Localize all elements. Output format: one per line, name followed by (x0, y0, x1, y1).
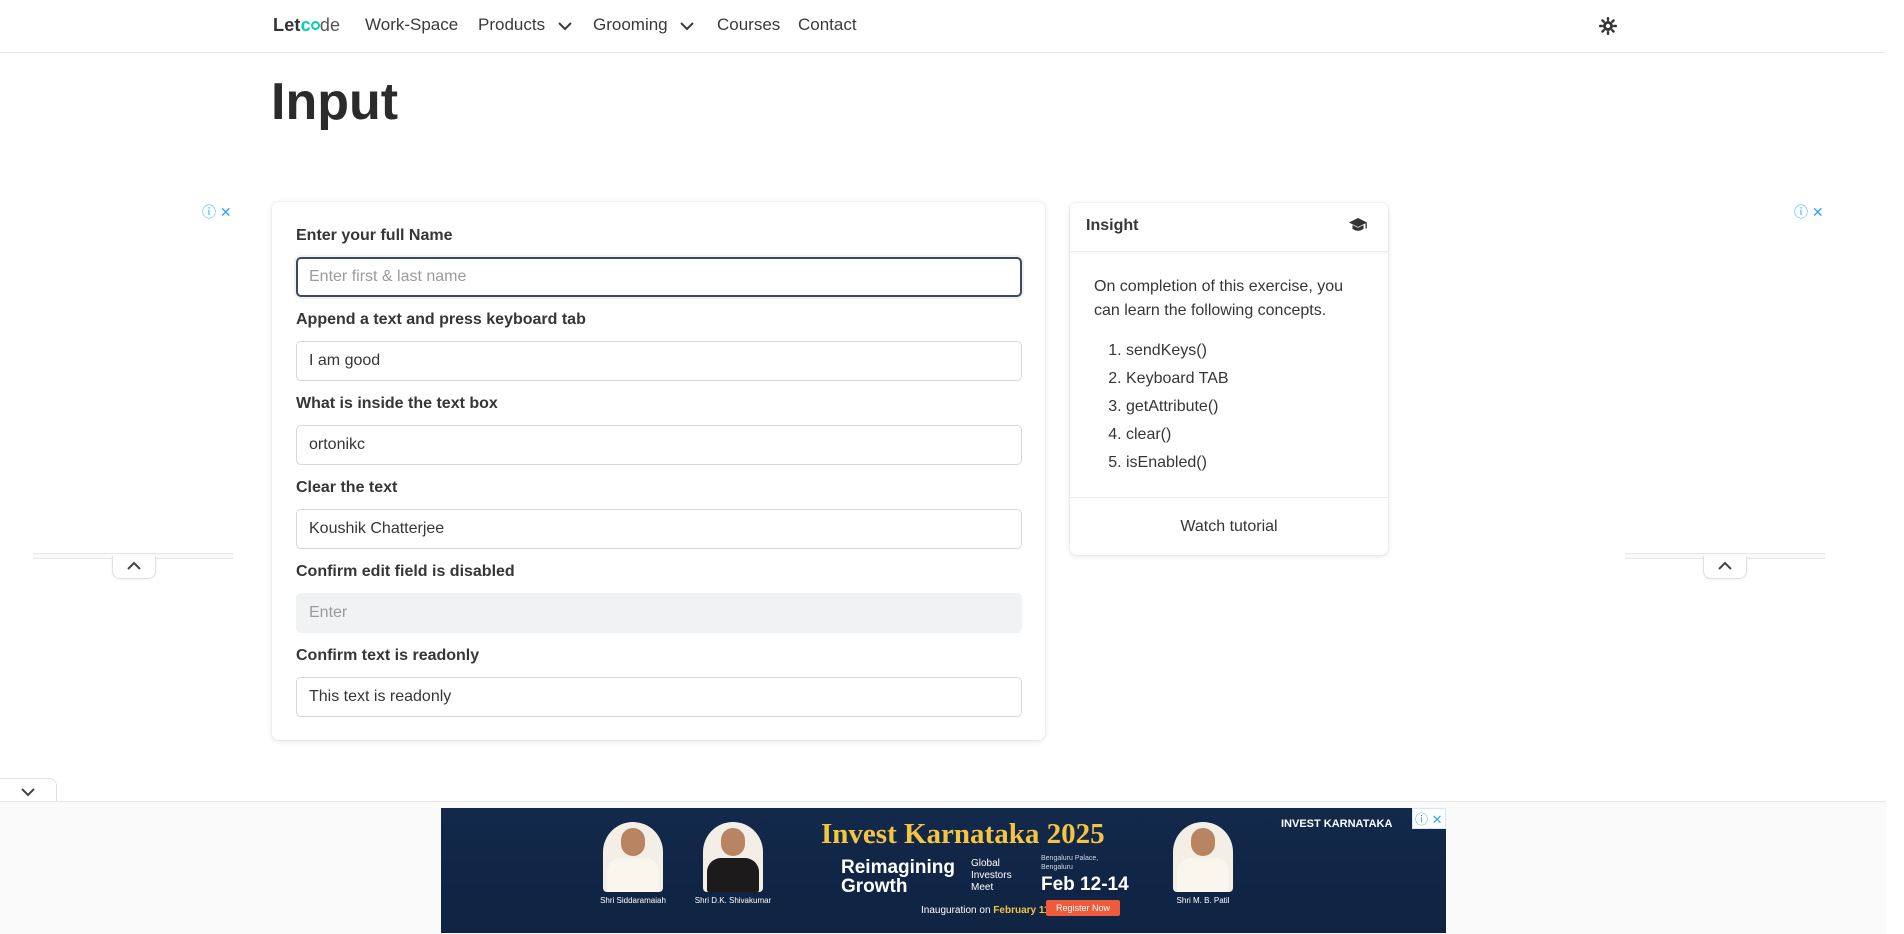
clear-text-input[interactable] (296, 509, 1022, 549)
watch-tutorial-link[interactable]: Watch tutorial (1070, 518, 1388, 536)
append-text-label: Append a text and press keyboard tab (296, 311, 586, 328)
person-caption: Shri D.K. Shivakumar (694, 896, 772, 905)
inauguration-date: February 11 (993, 905, 1050, 916)
brand-suffix: c (301, 15, 320, 35)
person-caption: Shri Siddaramaiah (600, 896, 666, 905)
chevron-down-icon (558, 16, 572, 36)
brand-de: de (319, 15, 341, 35)
nav-item-products[interactable]: Products (478, 15, 572, 36)
page-title: Input (271, 73, 399, 131)
list-item: getAttribute() (1126, 393, 1229, 421)
insight-intro: On completion of this exercise, you can … (1094, 278, 1344, 319)
clear-text-label: Clear the text (296, 479, 398, 496)
list-item: isEnabled() (1126, 449, 1229, 477)
theme-toggle-button[interactable] (1598, 16, 1618, 36)
ad-close-icon[interactable]: ✕ (1432, 812, 1443, 827)
inside-textbox-label: What is inside the text box (296, 395, 498, 412)
ad-info-icon[interactable]: ⓘ (202, 204, 216, 220)
list-item: Keyboard TAB (1126, 365, 1229, 393)
gear-icon (1599, 17, 1617, 35)
left-ad-controls: ⓘ ✕ (202, 202, 232, 222)
banner-title: Invest Karnataka 2025 (821, 818, 1105, 850)
ad-info-icon[interactable]: ⓘ (1415, 812, 1428, 827)
chevron-up-icon (1718, 561, 1732, 570)
graduation-cap-icon[interactable] (1348, 217, 1368, 238)
list-item: clear() (1126, 421, 1229, 449)
right-ad-controls: ⓘ ✕ (1794, 202, 1824, 222)
full-name-label: Enter your full Name (296, 227, 453, 244)
ad-close-icon[interactable]: ✕ (220, 204, 232, 220)
nav-item-contact[interactable]: Contact (798, 15, 857, 35)
nav-item-courses[interactable]: Courses (717, 15, 780, 35)
right-ad-collapse-button[interactable] (1703, 556, 1747, 579)
left-ad-collapse-button[interactable] (112, 556, 156, 579)
banner-event: Global Investors Meet (971, 858, 1012, 893)
portrait-image (1173, 822, 1233, 892)
disabled-field-label: Confirm edit field is disabled (296, 563, 515, 580)
portrait-image (703, 822, 763, 892)
register-now-button[interactable]: Register Now (1046, 900, 1121, 916)
top-navbar: Letc de Work-Space Products Grooming Cour… (0, 0, 1886, 53)
readonly-input[interactable] (296, 677, 1022, 717)
inside-textbox-input[interactable] (296, 425, 1022, 465)
nav-item-grooming[interactable]: Grooming (593, 15, 695, 36)
input-form-card: Enter your full Name Append a text and p… (272, 202, 1045, 740)
concept-list: sendKeys() Keyboard TAB getAttribute() c… (1094, 337, 1229, 477)
list-item: sendKeys() (1126, 337, 1229, 365)
banner-brand-logo: INVEST KARNATAKA (1281, 818, 1393, 830)
inauguration-prefix: Inauguration on (921, 905, 991, 916)
bottom-ad-collapse-button[interactable] (0, 778, 57, 803)
nav-item-grooming-label: Grooming (593, 15, 668, 34)
insight-title: Insight (1086, 217, 1139, 234)
ad-info-icon[interactable]: ⓘ (1794, 204, 1808, 220)
ad-banner[interactable]: Shri Siddaramaiah Shri D.K. Shivakumar I… (441, 808, 1446, 933)
ad-close-icon[interactable]: ✕ (1812, 204, 1824, 220)
person-caption: Shri M. B. Patil (1176, 896, 1230, 905)
banner-dates: Feb 12-14 (1041, 874, 1129, 895)
chevron-down-icon (21, 788, 35, 797)
banner-inauguration: Inauguration on February 11 (921, 905, 1049, 916)
chevron-down-icon (680, 16, 695, 36)
chevron-up-icon (127, 561, 141, 570)
portrait-image (603, 822, 663, 892)
disabled-input (296, 593, 1022, 633)
brand-logo[interactable]: Letc de (273, 15, 340, 36)
banner-location: Bengaluru Palace, Bengaluru (1041, 855, 1099, 871)
banner-ad-controls: ⓘ ✕ (1412, 808, 1446, 829)
insight-card: Insight On completion of this exercise, … (1070, 203, 1388, 555)
insight-header: Insight (1070, 203, 1388, 252)
nav-item-workspace[interactable]: Work-Space (365, 15, 458, 35)
banner-tagline: Reimagining Growth (841, 857, 956, 897)
readonly-field-label: Confirm text is readonly (296, 647, 480, 664)
insight-footer: Watch tutorial (1070, 497, 1388, 556)
brand-prefix: Let (273, 15, 301, 35)
full-name-input[interactable] (296, 257, 1022, 297)
append-text-input[interactable] (296, 341, 1022, 381)
nav-item-products-label: Products (478, 15, 546, 34)
